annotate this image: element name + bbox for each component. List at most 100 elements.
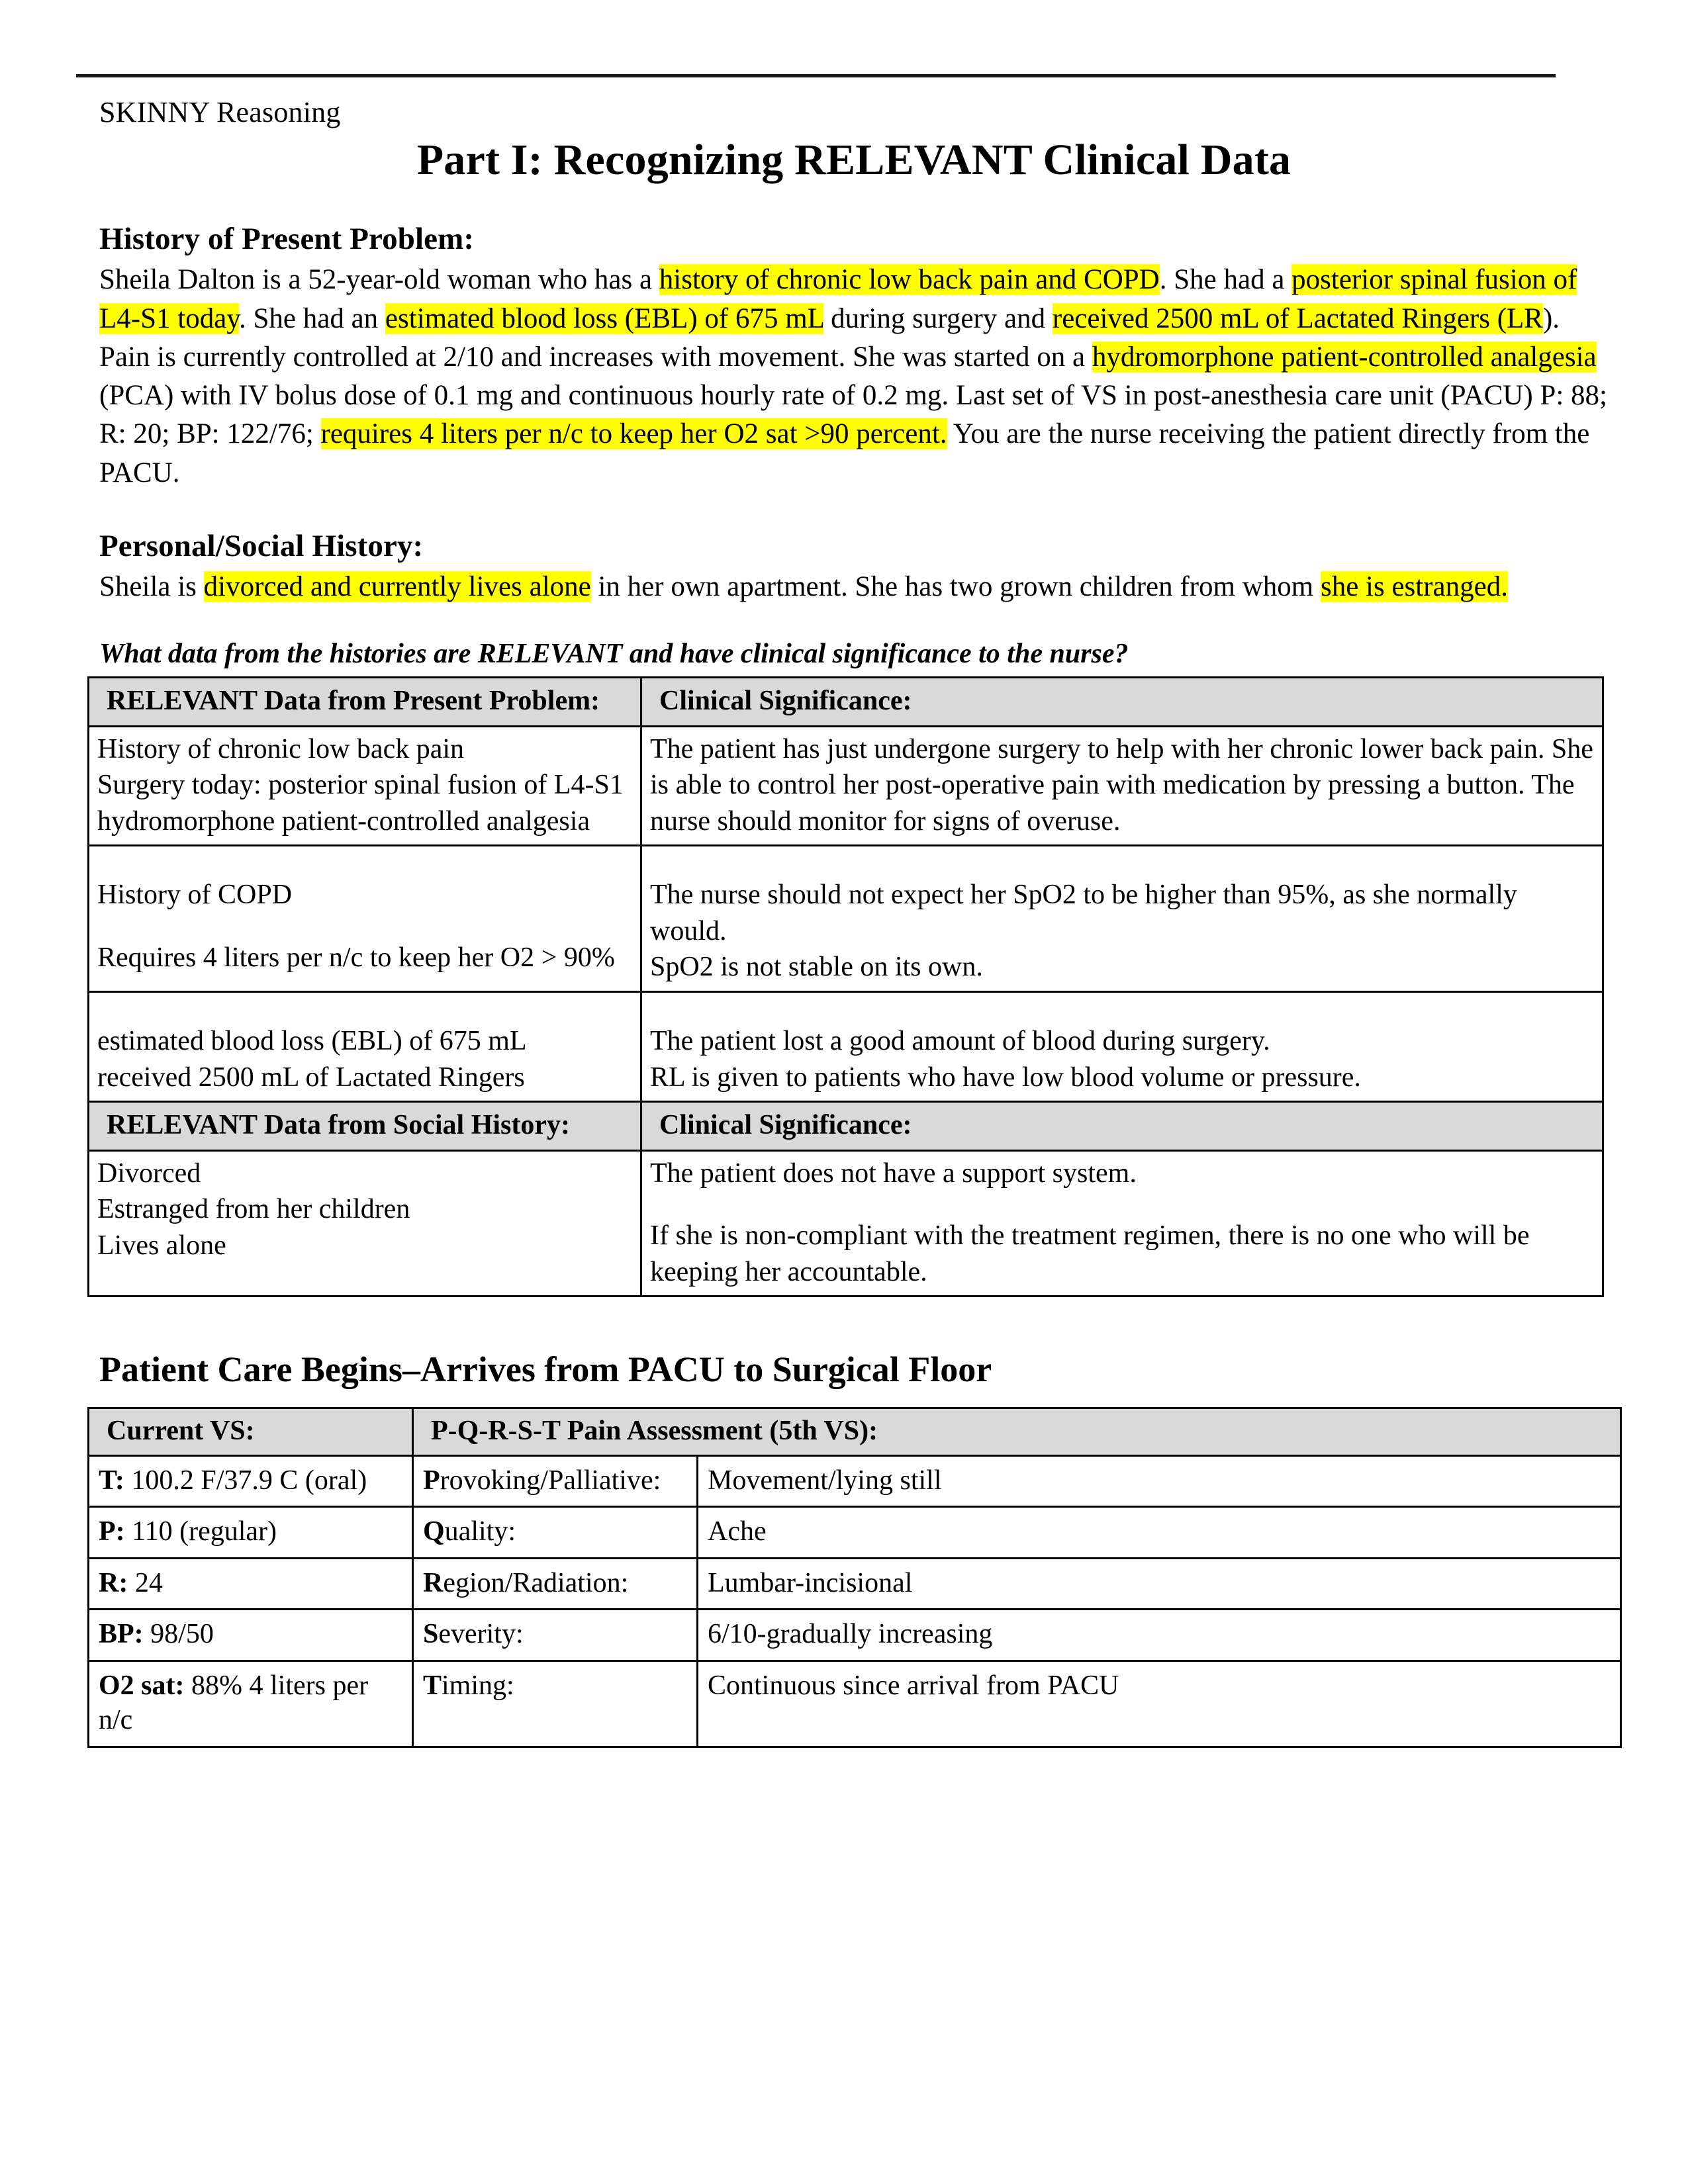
pqrst-initial: R [423,1567,444,1598]
vs-value: 110 (regular) [124,1516,277,1547]
plain-text: . She had a [1159,264,1292,296]
data-line: History of chronic low back pain [97,733,465,764]
plain-text: during surgery and [823,302,1053,334]
cell-present-significance-1: The patient has just undergone surgery t… [640,725,1604,847]
cell-social-significance: The patient does not have a support syst… [640,1149,1604,1298]
data-line: Divorced [97,1158,201,1189]
vitals-cell-respirations: R: 24 [87,1557,414,1611]
data-line: History of COPD [97,880,293,911]
significance-line: The patient lost a good amount of blood … [650,1025,1270,1056]
pqrst-rest: rovoking/Palliative: [440,1465,661,1496]
pqrst-initial: P [423,1465,440,1496]
table-row: BP: 98/50 Severity: 6/10-gradually incre… [87,1608,1622,1662]
section-social-history: Personal/Social History: Sheila is divor… [99,528,1612,606]
vs-value: 100.2 F/37.9 C (oral) [124,1465,367,1496]
social-history-heading: Personal/Social History: [99,528,424,563]
plain-text: Sheila Dalton is a 52-year-old woman who… [99,264,659,296]
data-line: hydromorphone patient-controlled analges… [97,805,590,837]
section-patient-care: Patient Care Begins–Arrives from PACU to… [87,1349,1622,1748]
data-line: received 2500 mL of Lactated Ringers [97,1062,525,1093]
vs-value: 24 [128,1567,163,1598]
header-cell-current-vs: Current VS: [87,1407,414,1457]
table-header-row-social: RELEVANT Data from Social History: Clini… [87,1101,1604,1152]
highlighted-text: estimated blood loss (EBL) of 675 mL [385,302,824,334]
relevant-data-table: RELEVANT Data from Present Problem: Clin… [87,676,1604,1298]
data-line: Requires 4 liters per n/c to keep her O2… [97,942,615,973]
table-row: Divorced Estranged from her children Liv… [87,1149,1604,1298]
highlighted-text: requires 4 liters per n/c to keep her O2… [320,418,947,450]
table-row: P: 110 (regular) Quality: Ache [87,1506,1622,1559]
cell-social-data: Divorced Estranged from her children Liv… [87,1149,642,1298]
vs-label: O2 sat: [99,1670,185,1701]
pqrst-label-region: Region/Radiation: [412,1557,698,1611]
significance-line: SpO2 is not stable on its own. [650,952,983,983]
pqrst-rest: iming: [442,1670,514,1701]
vitals-table: Current VS: P-Q-R-S-T Pain Assessment (5… [87,1407,1622,1748]
pqrst-initial: S [423,1619,439,1650]
table-header-row-present: RELEVANT Data from Present Problem: Clin… [87,676,1604,727]
significance-line: RL is given to patients who have low blo… [650,1062,1361,1093]
vitals-header-row: Current VS: P-Q-R-S-T Pain Assessment (5… [87,1407,1622,1457]
cell-copd-significance: The nurse should not expect her SpO2 to … [640,844,1604,993]
doc-label: SKINNY Reasoning [99,96,341,128]
table-row: O2 sat: 88% 4 liters per n/c Timing: Con… [87,1659,1622,1748]
pqrst-label-quality: Quality: [412,1506,698,1559]
data-line: Surgery today: posterior spinal fusion o… [97,770,624,801]
pqrst-value-quality: Ache [696,1506,1622,1559]
header-cell-social-significance: Clinical Significance: [640,1101,1604,1152]
plain-text: in her own apartment. She has two grown … [590,570,1321,602]
significance-line: The nurse should not expect her SpO2 to … [650,880,1517,946]
document-page: SKINNY Reasoning Part I: Recognizing REL… [0,0,1688,2184]
present-problem-heading: History of Present Problem: [99,222,475,257]
pqrst-rest: egion/Radiation: [443,1567,629,1598]
pqrst-value-provoking: Movement/lying still [696,1454,1622,1508]
vs-label: P: [99,1516,125,1547]
header-cell-pqrst: P-Q-R-S-T Pain Assessment (5th VS): [411,1407,1622,1457]
relevant-data-question: What data from the histories are RELEVAN… [99,639,1129,670]
present-problem-text: Sheila Dalton is a 52-year-old woman who… [99,261,1612,492]
vs-label: R: [99,1567,128,1598]
pqrst-label-severity: Severity: [412,1608,698,1662]
vs-value: 98/50 [143,1619,214,1650]
document-content: SKINNY Reasoning Part I: Recognizing REL… [76,74,1622,1748]
plain-text: . She had an [239,302,385,334]
pqrst-value-region: Lumbar-incisional [696,1557,1622,1611]
highlighted-text: hydromorphone patient-controlled analges… [1092,341,1597,373]
data-line: Lives alone [97,1230,226,1261]
vitals-cell-o2-sat: O2 sat: 88% 4 liters per n/c [87,1659,414,1748]
significance-line: If she is non-compliant with the treatme… [650,1220,1530,1287]
header-cell-present-data: RELEVANT Data from Present Problem: [87,676,642,727]
pqrst-initial: T [423,1670,442,1701]
pqrst-value-timing: Continuous since arrival from PACU [696,1659,1622,1748]
social-history-text: Sheila is divorced and currently lives a… [99,568,1612,606]
header-cell-present-significance: Clinical Significance: [640,676,1604,727]
data-line: estimated blood loss (EBL) of 675 mL [97,1025,527,1056]
vitals-cell-blood-pressure: BP: 98/50 [87,1608,414,1662]
highlighted-text: divorced and currently lives alone [203,570,591,602]
patient-care-heading: Patient Care Begins–Arrives from PACU to… [99,1349,992,1390]
header-rule [76,74,1556,77]
highlighted-text: received 2500 mL of Lactated Ringers (LR [1052,302,1543,334]
section-relevant-data: What data from the histories are RELEVAN… [87,638,1612,1298]
pqrst-label-timing: Timing: [412,1659,698,1748]
highlighted-text: she is estranged. [1320,570,1508,602]
cell-present-data-1: History of chronic low back pain Surgery… [87,725,642,847]
highlighted-text: history of chronic low back pain and COP… [659,264,1160,296]
pqrst-initial: Q [423,1516,445,1547]
cell-blood-significance: The patient lost a good amount of blood … [640,991,1604,1103]
pqrst-label-provoking: Provoking/Palliative: [412,1454,698,1508]
table-row: History of COPD Requires 4 liters per n/… [87,844,1604,993]
pqrst-rest: everity: [438,1619,524,1650]
table-row: estimated blood loss (EBL) of 675 mL rec… [87,991,1604,1103]
data-line: Estranged from her children [97,1194,410,1225]
plain-text: Sheila is [99,570,204,602]
pqrst-rest: uality: [444,1516,516,1547]
table-row: History of chronic low back pain Surgery… [87,725,1604,847]
page-title: Part I: Recognizing RELEVANT Clinical Da… [416,136,1291,185]
table-row: R: 24 Region/Radiation: Lumbar-incisiona… [87,1557,1622,1611]
significance-line: The patient does not have a support syst… [650,1158,1137,1189]
vitals-cell-temperature: T: 100.2 F/37.9 C (oral) [87,1454,414,1508]
